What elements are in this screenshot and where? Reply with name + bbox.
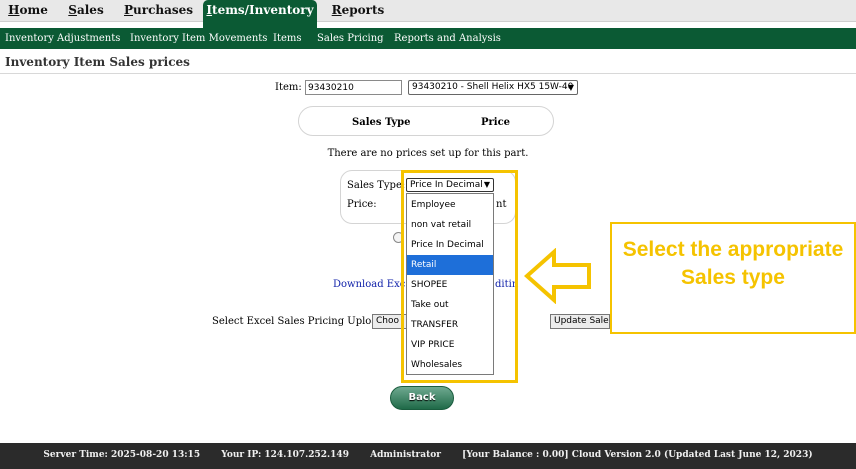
tab-reports[interactable]: Reports [331, 0, 385, 22]
footer: Server Time: 2025-08-20 13:15 Your IP: 1… [0, 443, 856, 469]
page-title: Inventory Item Sales prices [5, 55, 190, 69]
divider [0, 73, 856, 74]
annotation-callout: Select the appropriate Sales type [610, 222, 856, 334]
item-select[interactable]: 93430210 - Shell Helix HX5 15W-40 ▼ [408, 80, 578, 95]
balance-version: [Your Balance : 0.00] Cloud Version 2.0 … [462, 450, 813, 460]
left-arrow-icon [524, 248, 591, 304]
user-name: Administrator [370, 450, 441, 460]
back-button[interactable]: Back [390, 386, 454, 410]
callout-text: Select the appropriate Sales type [622, 238, 844, 289]
submenu-inventory-item-movements[interactable]: Inventory Item Movements [130, 28, 267, 49]
sub-menu: Inventory Adjustments Inventory Item Mov… [0, 28, 856, 49]
submenu-items[interactable]: Items [273, 28, 302, 49]
submenu-sales-pricing[interactable]: Sales Pricing [317, 28, 384, 49]
your-ip: Your IP: 124.107.252.149 [221, 450, 349, 460]
tab-items-inventory[interactable]: Items/Inventory [203, 0, 317, 22]
item-code-input[interactable] [305, 80, 402, 95]
submenu-inventory-adjustments[interactable]: Inventory Adjustments [5, 28, 120, 49]
chevron-down-icon: ▼ [567, 83, 574, 92]
submenu-reports-and-analysis[interactable]: Reports and Analysis [394, 28, 501, 49]
server-time: Server Time: 2025-08-20 13:15 [43, 450, 201, 460]
footer-status: Server Time: 2025-08-20 13:15 Your IP: 1… [0, 450, 856, 460]
item-select-value: 93430210 - Shell Helix HX5 15W-40 [412, 82, 574, 92]
tab-sales[interactable]: Sales [66, 0, 106, 22]
highlight-box [401, 170, 518, 383]
price-table: Sales Type Price [298, 106, 554, 136]
download-excel-link[interactable]: Download Exc [333, 279, 405, 290]
upload-label: Select Excel Sales Pricing Upload: [212, 316, 388, 327]
col-sales-type: Sales Type [352, 117, 411, 128]
no-prices-message: There are no prices set up for this part… [327, 148, 529, 159]
item-label: Item: [275, 82, 302, 93]
tab-home[interactable]: Home [6, 0, 50, 22]
tab-purchases[interactable]: Purchases [124, 0, 193, 22]
top-menu: Home Sales Purchases Items/Inventory Rep… [0, 0, 856, 22]
update-sales-button[interactable]: Update Sales [550, 314, 610, 329]
col-price: Price [481, 117, 511, 128]
price-label: Price: [347, 199, 377, 210]
sales-type-label: Sales Type: [347, 180, 406, 191]
